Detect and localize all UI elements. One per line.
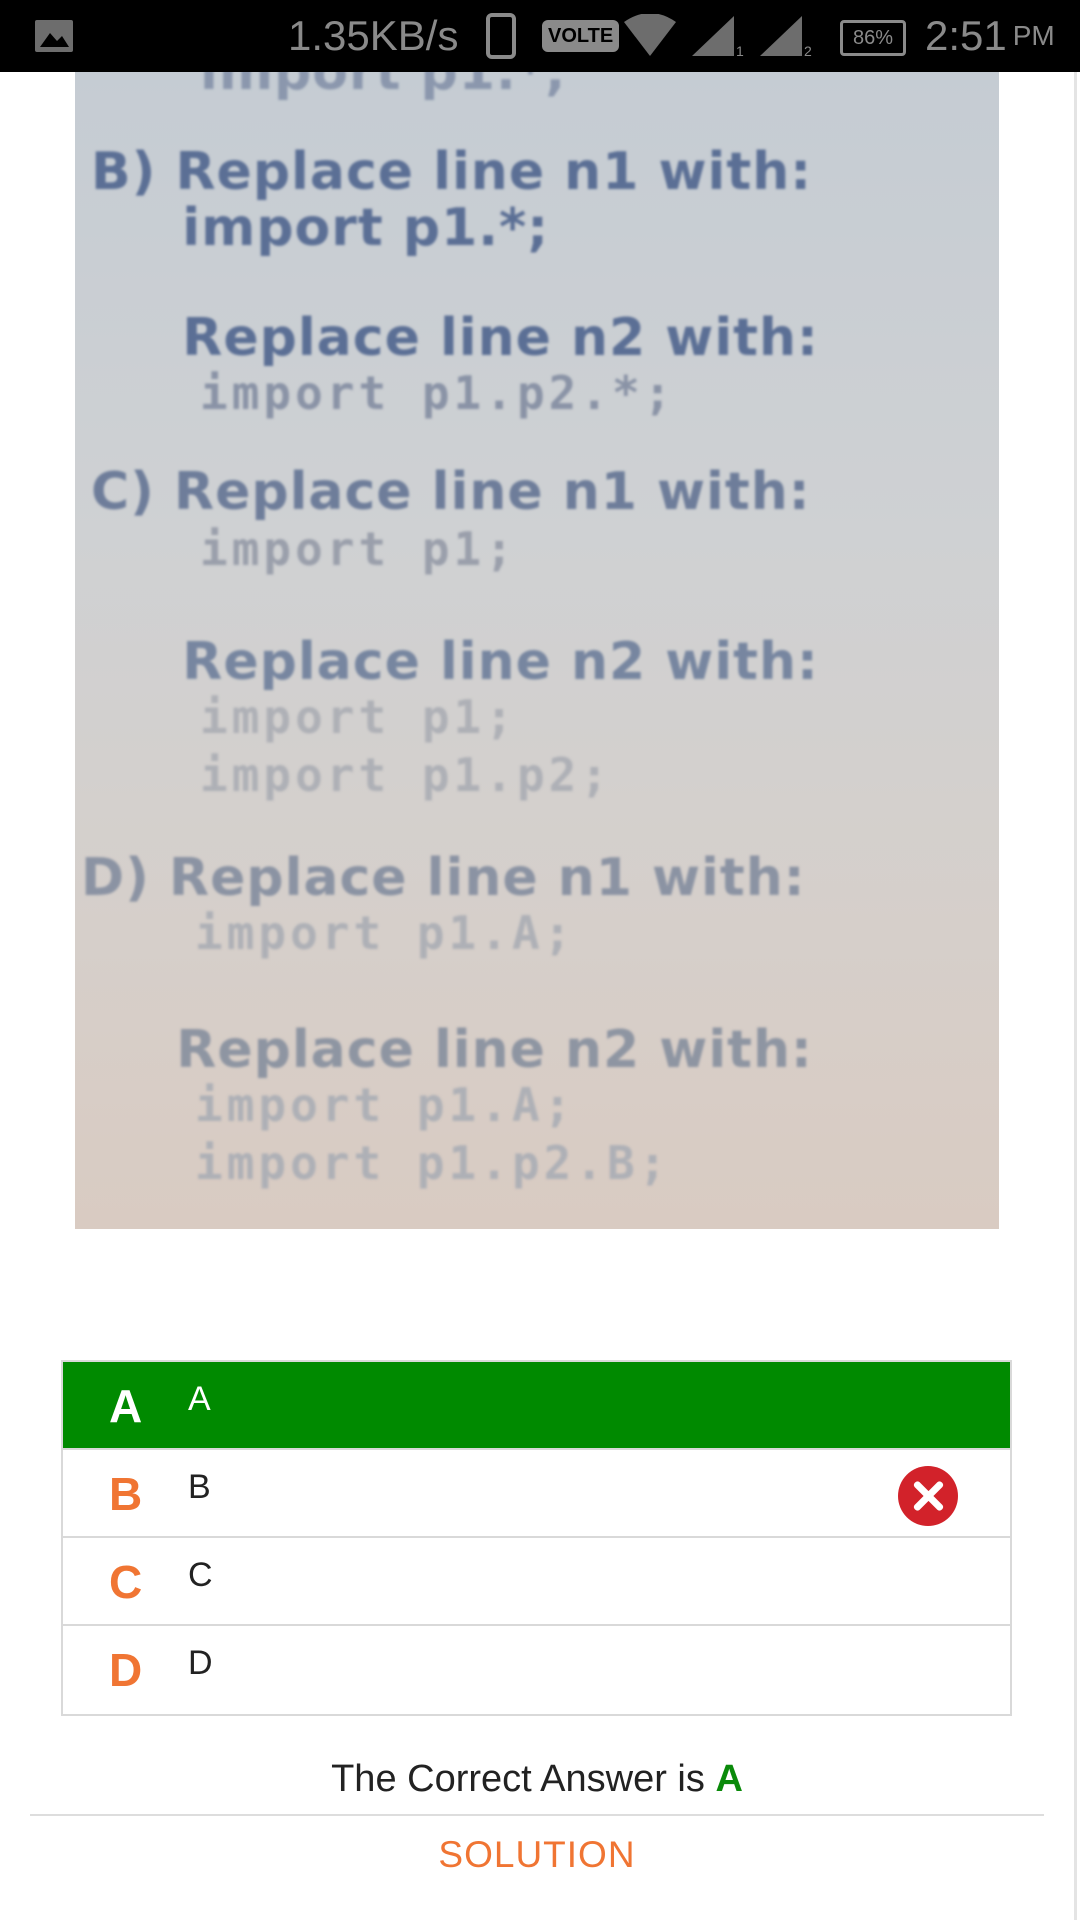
image-text-line: import p1; — [200, 690, 517, 744]
option-d[interactable]: D D — [63, 1626, 1010, 1714]
clock-time: 2:51 — [925, 12, 1007, 59]
signal-sim1-icon: 1 — [690, 0, 744, 72]
option-letter: C — [109, 1556, 143, 1608]
answer-options: A A B B C C D D — [61, 1360, 1012, 1716]
image-text-line: import p1.p2.*; — [200, 366, 676, 420]
correct-answer-value: A — [715, 1758, 743, 1800]
svg-text:1: 1 — [736, 43, 744, 58]
signal-sim2-icon: 2 — [758, 0, 812, 72]
image-text-line: import p1.*; — [125, 198, 550, 258]
status-bar: 1.35KB/s VOLTE 1 2 86% 2:51 PM — [0, 0, 1080, 72]
option-a[interactable]: A A — [63, 1362, 1010, 1450]
image-text-line: B) Replace line n1 with: — [91, 142, 813, 202]
image-text-line: import p1.p2.B; — [195, 1136, 671, 1190]
image-text-line: D) Replace line n1 with: — [81, 848, 806, 908]
network-speed: 1.35KB/s — [288, 12, 459, 59]
correct-answer-text: The Correct Answer is A — [0, 1758, 1074, 1801]
image-text-line: import p1.A; — [195, 906, 576, 960]
option-text: B — [188, 1468, 211, 1506]
option-c[interactable]: C C — [63, 1538, 1010, 1626]
question-image: import p1.*; B) Replace line n1 with: im… — [75, 72, 999, 1229]
image-text-line: Replace line n2 with: — [125, 308, 819, 368]
option-letter: B — [109, 1468, 143, 1520]
divider — [30, 1814, 1044, 1816]
gallery-notification-icon — [34, 0, 74, 72]
correct-answer-prefix: The Correct Answer is — [331, 1758, 716, 1800]
clock: 2:51 PM — [925, 0, 1055, 72]
option-text: A — [188, 1380, 211, 1418]
option-text: C — [188, 1556, 213, 1594]
scroll-edge — [1074, 72, 1077, 1920]
clock-ampm: PM — [1012, 20, 1055, 51]
wrong-answer-icon — [898, 1466, 958, 1526]
image-text-line: Replace line n2 with: — [125, 632, 819, 692]
solution-button[interactable]: SOLUTION — [0, 1834, 1074, 1876]
option-letter: D — [109, 1644, 143, 1696]
image-text-line: import p1.*; — [200, 72, 567, 102]
option-b[interactable]: B B — [63, 1450, 1010, 1538]
image-text-line: Replace line n2 with: — [119, 1020, 813, 1080]
option-letter: A — [109, 1380, 143, 1432]
image-text-line: import p1.p2; — [200, 748, 613, 802]
image-text-line: C) Replace line n1 with: — [91, 462, 811, 522]
option-text: D — [188, 1644, 213, 1682]
phone-icon — [486, 0, 516, 72]
wifi-icon — [622, 0, 678, 72]
image-text-line: import p1.A; — [195, 1078, 576, 1132]
volte-badge: VOLTE — [542, 20, 620, 52]
image-text-line: import p1; — [200, 522, 517, 576]
battery-icon: 86% — [840, 20, 906, 56]
svg-text:2: 2 — [804, 43, 812, 58]
